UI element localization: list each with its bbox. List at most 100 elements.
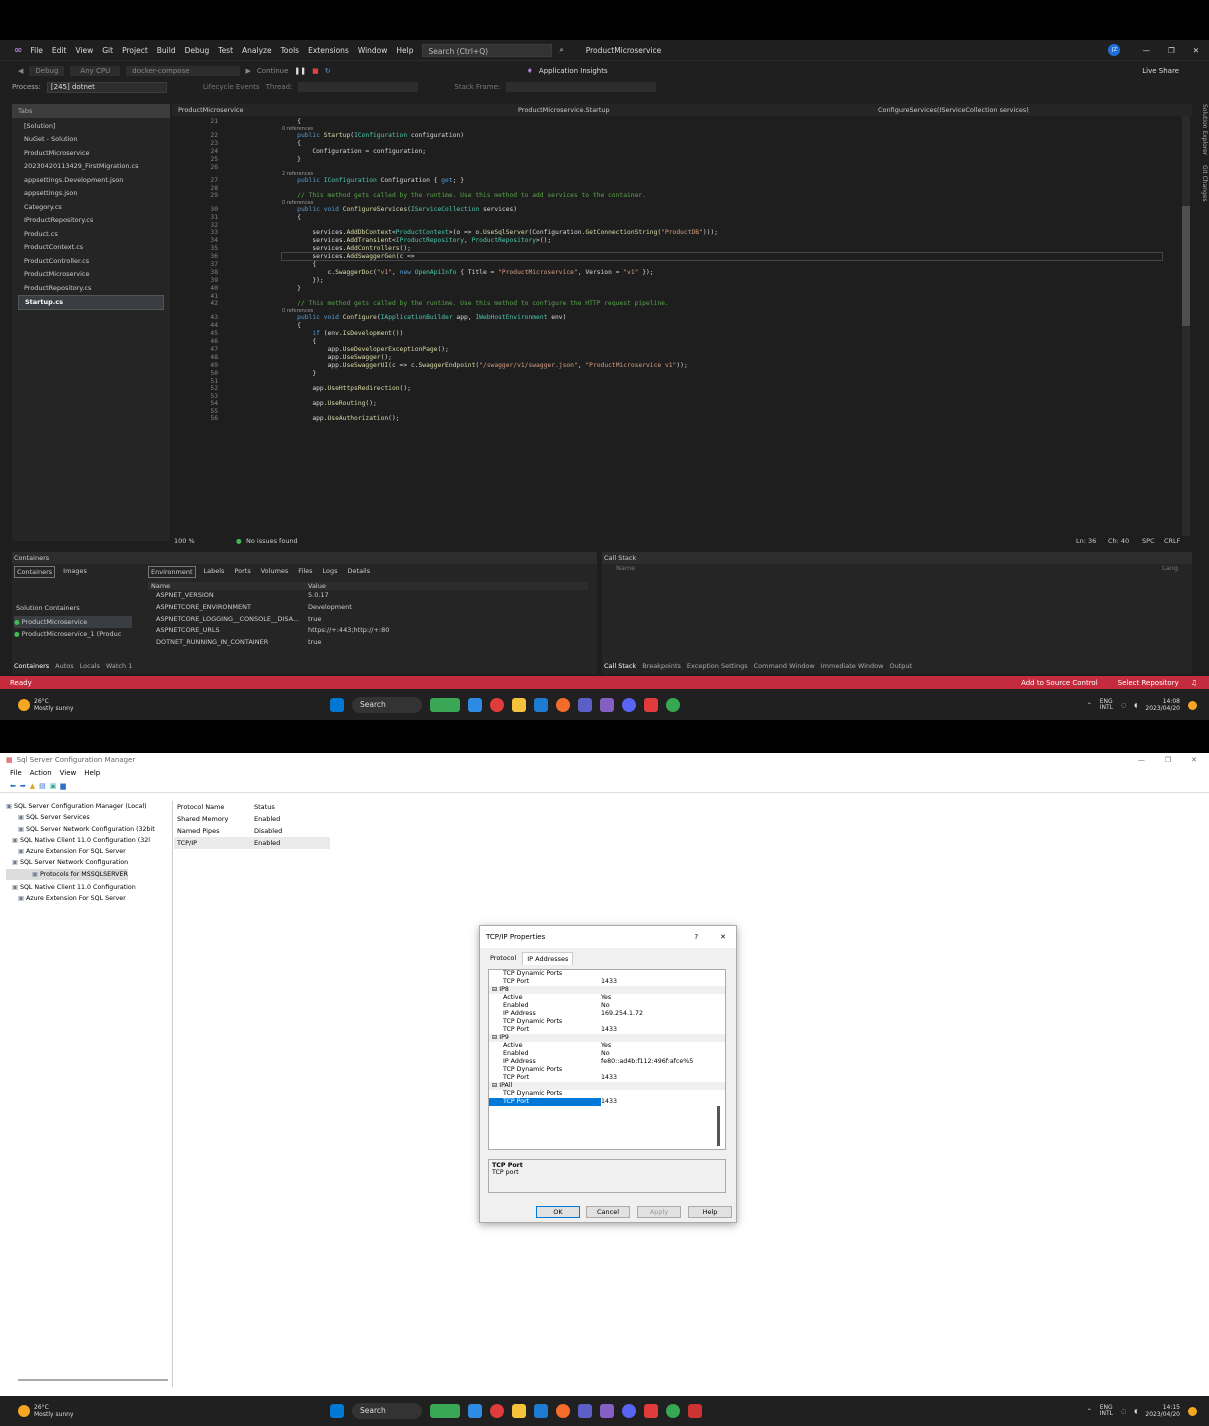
grid-row[interactable]: Enabled No: [489, 1050, 725, 1058]
grid-category[interactable]: ⊟ IPAll: [489, 1082, 725, 1090]
opera-icon[interactable]: [490, 698, 504, 712]
acrobat-icon-2[interactable]: [644, 1404, 658, 1418]
col-protocol-name[interactable]: Protocol Name: [174, 801, 254, 813]
grid-row[interactable]: Active Yes: [489, 1042, 725, 1050]
ok-button[interactable]: OK: [536, 1206, 580, 1218]
lifecycle-events[interactable]: Lifecycle Events: [203, 83, 260, 91]
grid-row[interactable]: TCP Dynamic Ports: [489, 1018, 725, 1026]
thread-dropdown[interactable]: [298, 82, 419, 92]
app-icon-2[interactable]: [534, 1404, 548, 1418]
detail-tab-labels[interactable]: Labels: [202, 566, 227, 578]
grid-row[interactable]: TCP Dynamic Ports: [489, 970, 725, 978]
code-editor[interactable]: 21 {0 references 22 public Startup(IConfi…: [172, 116, 1182, 536]
tree-node[interactable]: ▣ SQL Server Network Configuration (32bi…: [6, 824, 172, 835]
tree-node[interactable]: ▣ Azure Extension For SQL Server: [6, 846, 172, 857]
containers-tab-containers[interactable]: Containers: [14, 566, 56, 578]
code-line[interactable]: Configuration = configuration;: [282, 148, 426, 155]
play-icon[interactable]: ▶: [246, 67, 251, 75]
solution-explorer-tab[interactable]: Solution Explorer: [1196, 104, 1208, 155]
code-line[interactable]: public Startup(IConfiguration configurat…: [282, 132, 464, 139]
code-line[interactable]: c.SwaggerDoc("v1", new OpenApiInfo { Tit…: [282, 269, 653, 276]
code-line[interactable]: if (env.IsDevelopment()): [282, 330, 403, 337]
profile-dropdown[interactable]: docker-compose: [126, 65, 240, 76]
sqlmgr-icon[interactable]: [688, 1404, 702, 1418]
opera-icon-2[interactable]: [490, 1404, 504, 1418]
explorer-icon-2[interactable]: [512, 1404, 526, 1418]
env-row[interactable]: ASPNETCORE_LOGGING__CONSOLE__DISA... true: [148, 614, 588, 626]
teams-icon-2[interactable]: [578, 1404, 592, 1418]
callstack-col-name[interactable]: Name: [616, 564, 635, 572]
taskbar-search-2[interactable]: Search: [352, 1403, 422, 1419]
detail-tab-logs[interactable]: Logs: [321, 566, 340, 578]
code-line[interactable]: {: [282, 322, 301, 329]
firefox-icon[interactable]: [556, 698, 570, 712]
grid-category[interactable]: ⊟ IP8: [489, 986, 725, 994]
code-line[interactable]: app.UseSwaggerUI(c => c.SwaggerEndpoint(…: [282, 362, 687, 369]
tab-file-item[interactable]: ProductMicroservice: [18, 146, 164, 160]
menu-help[interactable]: Help: [396, 46, 413, 55]
edge-icon[interactable]: [468, 698, 482, 712]
code-line[interactable]: app.UseSwagger();: [282, 354, 391, 361]
issues-status[interactable]: No issues found: [246, 537, 298, 545]
code-line[interactable]: // This method gets called by the runtim…: [282, 300, 669, 307]
menu-window[interactable]: Window: [358, 46, 388, 55]
code-line[interactable]: }: [282, 370, 316, 377]
tab-file-item[interactable]: appsettings.Development.json: [18, 173, 164, 187]
chevron-up-icon-2[interactable]: ⌃: [1087, 1408, 1092, 1415]
detail-tab-details[interactable]: Details: [346, 566, 373, 578]
container-item[interactable]: ● ProductMicroservice: [14, 616, 132, 628]
protocol-row[interactable]: TCP/IP Enabled: [174, 837, 330, 849]
property-value[interactable]: 1433: [601, 1098, 725, 1106]
detail-tab-files[interactable]: Files: [296, 566, 314, 578]
apply-button[interactable]: Apply: [637, 1206, 681, 1218]
tree-node[interactable]: ▣ SQL Server Configuration Manager (Loca…: [6, 801, 172, 812]
vs-icon[interactable]: [600, 698, 614, 712]
menu-git[interactable]: Git: [102, 46, 113, 55]
avatar[interactable]: JZ: [1108, 44, 1121, 56]
code-line[interactable]: {: [282, 140, 301, 147]
code-line[interactable]: {: [282, 214, 301, 221]
forward-arrow-icon[interactable]: ➡: [20, 782, 26, 790]
grid-row[interactable]: IP Address 169.254.1.72: [489, 1010, 725, 1018]
sql-menu-view[interactable]: View: [60, 769, 77, 777]
sql-menu-file[interactable]: File: [10, 769, 22, 777]
protocol-row[interactable]: Shared Memory Enabled: [174, 813, 1209, 825]
edge-icon-2[interactable]: [468, 1404, 482, 1418]
side-tabs[interactable]: Solution Explorer Git Changes: [1196, 104, 1208, 304]
grid-row[interactable]: IP Address fe80::ad4b:f112:496f:afce%5: [489, 1058, 725, 1066]
menu-edit[interactable]: Edit: [52, 46, 67, 55]
grid-scrollbar[interactable]: [717, 1106, 720, 1146]
chrome-icon-2[interactable]: [666, 1404, 680, 1418]
callstack-bottom-tab[interactable]: Output: [889, 662, 912, 670]
grid-row[interactable]: TCP Port 1433: [489, 978, 725, 986]
env-row[interactable]: ASPNETCORE_URLS https://+:443;http://+:80: [148, 625, 588, 637]
platform-dropdown[interactable]: Any CPU: [70, 65, 121, 76]
teams-icon[interactable]: [578, 698, 592, 712]
bottom-tab[interactable]: Autos: [55, 662, 73, 670]
code-line[interactable]: app.UseHttpsRedirection();: [282, 385, 411, 392]
dialog-close-button[interactable]: ✕: [720, 933, 726, 941]
export-icon[interactable]: ▣: [50, 782, 57, 790]
stack-frame-dropdown[interactable]: [506, 82, 657, 92]
callstack-bottom-tab[interactable]: Call Stack: [604, 662, 636, 670]
sql-menu-help[interactable]: Help: [84, 769, 100, 777]
git-changes-tab[interactable]: Git Changes: [1196, 165, 1208, 202]
vs-icon-2[interactable]: [600, 1404, 614, 1418]
folder-up-icon[interactable]: ▲: [30, 782, 35, 790]
callstack-col-lang[interactable]: Lang: [1162, 564, 1178, 572]
editor-scrollbar[interactable]: [1182, 116, 1190, 536]
back-icon[interactable]: ◀: [18, 67, 23, 75]
tab-file-item[interactable]: Product.cs: [18, 227, 164, 241]
grid-row[interactable]: TCP Dynamic Ports: [489, 1066, 725, 1074]
cancel-button[interactable]: Cancel: [586, 1206, 630, 1218]
select-repo-button[interactable]: Select Repository: [1118, 679, 1179, 687]
detail-tab-volumes[interactable]: Volumes: [259, 566, 291, 578]
properties-icon[interactable]: ▤: [39, 782, 46, 790]
callstack-bottom-tab[interactable]: Breakpoints: [642, 662, 681, 670]
restart-icon[interactable]: ↻: [325, 67, 331, 75]
menu-file[interactable]: File: [30, 46, 43, 55]
help-icon[interactable]: ▆: [60, 782, 65, 790]
tree-node[interactable]: ▣ Protocols for MSSQLSERVER: [6, 868, 128, 881]
detail-tab-environment[interactable]: Environment: [148, 566, 196, 578]
col-status[interactable]: Status: [254, 801, 275, 813]
